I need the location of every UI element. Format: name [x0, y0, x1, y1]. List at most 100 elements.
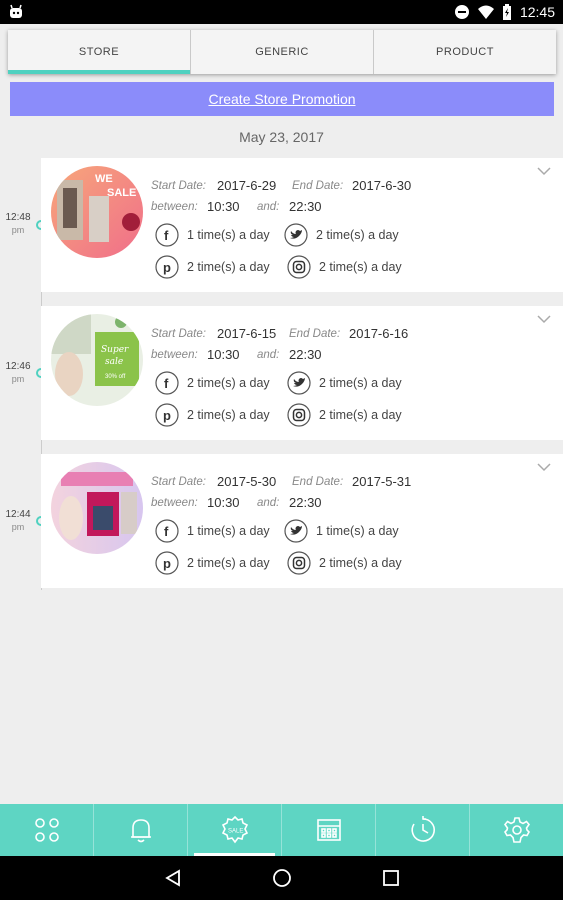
end-date-label: End Date: [292, 476, 344, 488]
pinterest-icon: p [155, 551, 179, 575]
svg-text:p: p [163, 408, 171, 423]
instagram-frequency: 2 time(s) a day [319, 260, 402, 274]
svg-text:p: p [163, 556, 171, 571]
chevron-down-icon[interactable] [537, 166, 551, 176]
start-date-value: 2017-6-29 [217, 178, 277, 193]
recents-icon[interactable] [382, 869, 400, 887]
and-value: 22:30 [289, 347, 322, 362]
facebook-icon: f [155, 371, 179, 395]
wifi-icon [477, 5, 494, 19]
facebook-icon: f [155, 223, 179, 247]
time-value: 12:46 [5, 361, 31, 372]
time-value: 12:48 [5, 212, 31, 223]
create-store-promotion-button[interactable]: Create Store Promotion [10, 82, 554, 116]
date-header: May 23, 2017 [239, 129, 324, 145]
between-label: between: [151, 497, 198, 509]
bell-icon [130, 819, 151, 843]
promotion-thumbnail: WE SALE [51, 166, 143, 258]
home-icon[interactable] [272, 868, 292, 888]
end-date-value: 2017-6-30 [352, 178, 412, 193]
pinterest-frequency: 2 time(s) a day [187, 556, 270, 570]
nav-settings[interactable] [470, 804, 563, 856]
facebook-frequency: 1 time(s) a day [187, 228, 270, 242]
start-date-label: Start Date: [151, 180, 206, 192]
instagram-icon [287, 403, 311, 427]
timeline-time: 12:44 pm [4, 509, 32, 533]
create-store-promotion-label: Create Store Promotion [208, 91, 356, 107]
svg-text:Super: Super [101, 345, 129, 355]
between-value: 10:30 [207, 495, 240, 510]
instagram-frequency: 2 time(s) a day [319, 408, 402, 422]
nav-history[interactable] [376, 804, 470, 856]
twitter-frequency: 2 time(s) a day [319, 376, 402, 390]
tab-product[interactable]: PRODUCT [374, 30, 556, 74]
svg-text:f: f [164, 376, 169, 391]
clock: 12:45 [519, 4, 555, 20]
calendar-icon [316, 819, 341, 841]
svg-text:f: f [164, 228, 169, 243]
gear-icon [503, 817, 530, 843]
svg-text:SALE: SALE [107, 187, 136, 199]
tab-store[interactable]: STORE [8, 30, 191, 74]
instagram-icon [287, 551, 311, 575]
nav-grid[interactable] [0, 804, 94, 856]
facebook-frequency: 2 time(s) a day [187, 376, 270, 390]
chevron-down-icon[interactable] [537, 462, 551, 472]
promotion-card[interactable]: WE SALE Start Date: 2017-6-29 End Date: … [41, 158, 563, 292]
timeline-time: 12:48 pm [4, 212, 32, 236]
svg-text:f: f [164, 524, 169, 539]
and-value: 22:30 [289, 495, 322, 510]
promotion-thumbnail [51, 462, 143, 554]
start-date-value: 2017-6-15 [217, 326, 277, 341]
promotion-card[interactable]: Super sale 30% off Start Date: 2017-6-15… [41, 306, 563, 440]
pinterest-icon: p [155, 255, 179, 279]
nav-notifications[interactable] [94, 804, 188, 856]
twitter-frequency: 1 time(s) a day [316, 524, 399, 538]
facebook-icon: f [155, 519, 179, 543]
instagram-frequency: 2 time(s) a day [319, 556, 402, 570]
and-value: 22:30 [289, 199, 322, 214]
nav-calendar[interactable] [282, 804, 376, 856]
android-notification-icon [10, 4, 22, 18]
end-date-label: End Date: [289, 328, 341, 340]
pinterest-frequency: 2 time(s) a day [187, 408, 270, 422]
time-ampm: pm [11, 522, 25, 532]
chevron-down-icon[interactable] [537, 314, 551, 324]
timeline-time: 12:46 pm [4, 361, 32, 385]
system-nav-bar [0, 856, 563, 900]
time-ampm: pm [11, 225, 25, 235]
svg-text:30% off: 30% off [105, 374, 126, 380]
and-label: and: [257, 349, 280, 361]
sale-badge-text: SALE [228, 829, 243, 835]
pinterest-frequency: 2 time(s) a day [187, 260, 270, 274]
promotion-card[interactable]: Start Date: 2017-5-30 End Date: 2017-5-3… [41, 454, 563, 588]
and-label: and: [257, 497, 280, 509]
nav-sale[interactable]: SALE [188, 804, 282, 856]
svg-text:sale: sale [105, 357, 123, 367]
grid-icon [34, 818, 59, 842]
end-date-label: End Date: [292, 180, 344, 192]
do-not-disturb-icon [454, 5, 469, 19]
twitter-frequency: 2 time(s) a day [316, 228, 399, 242]
start-date-value: 2017-5-30 [217, 474, 277, 489]
battery-icon [502, 4, 511, 20]
end-date-value: 2017-5-31 [352, 474, 412, 489]
history-icon [410, 816, 435, 842]
and-label: and: [257, 201, 280, 213]
pinterest-icon: p [155, 403, 179, 427]
instagram-icon [287, 255, 311, 279]
time-value: 12:44 [5, 509, 31, 520]
twitter-icon [287, 371, 311, 395]
between-label: between: [151, 201, 198, 213]
promotion-thumbnail: Super sale 30% off [51, 314, 143, 406]
tab-generic[interactable]: GENERIC [191, 30, 374, 74]
status-bar: 12:45 [0, 0, 563, 24]
end-date-value: 2017-6-16 [349, 326, 409, 341]
svg-text:WE: WE [95, 173, 113, 185]
twitter-icon [284, 519, 308, 543]
start-date-label: Start Date: [151, 476, 206, 488]
twitter-icon [284, 223, 308, 247]
back-icon[interactable] [164, 869, 182, 887]
between-value: 10:30 [207, 347, 240, 362]
sale-icon: SALE [221, 815, 248, 844]
